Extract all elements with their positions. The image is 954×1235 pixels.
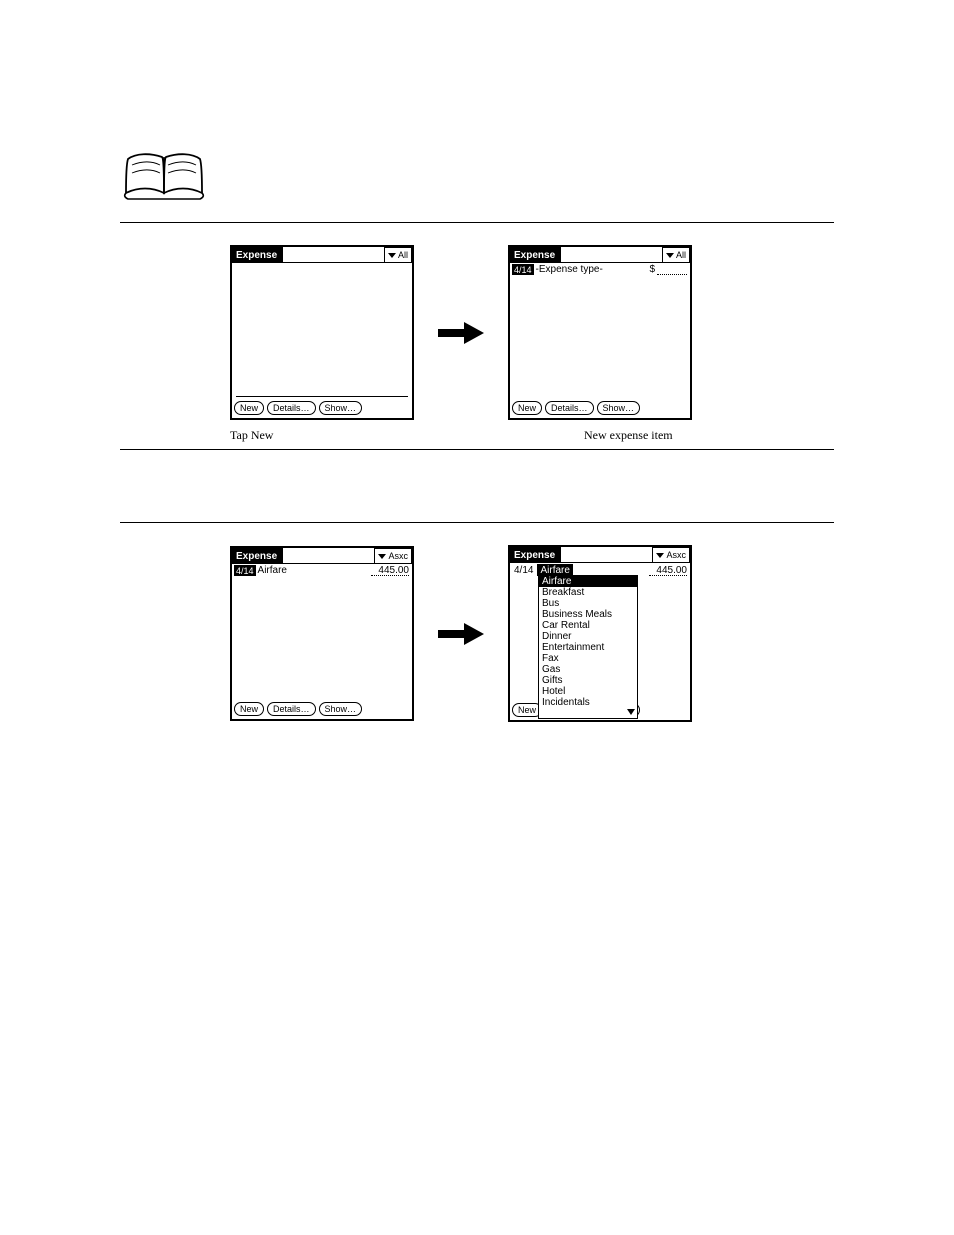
- category-dropdown[interactable]: Asxc: [374, 548, 412, 564]
- figure-row-2: Expense Asxc 4/14 Airfare 445.00 New Det…: [230, 545, 834, 722]
- show-button[interactable]: Show…: [319, 702, 363, 716]
- popup-item[interactable]: Dinner: [539, 631, 637, 642]
- category-label: All: [398, 250, 408, 260]
- new-button[interactable]: New: [234, 702, 264, 716]
- currency-symbol: $: [649, 264, 655, 275]
- category-label: Asxc: [388, 551, 408, 561]
- app-title: Expense: [232, 247, 283, 263]
- chevron-down-icon: [378, 554, 386, 559]
- expense-type[interactable]: Airfare: [258, 565, 287, 576]
- popup-item[interactable]: Hotel: [539, 686, 637, 697]
- popup-item[interactable]: Entertainment: [539, 642, 637, 653]
- book-icon: [120, 145, 834, 212]
- expense-date[interactable]: 4/14: [512, 565, 535, 576]
- popup-item[interactable]: Car Rental: [539, 620, 637, 631]
- category-dropdown[interactable]: Asxc: [652, 547, 690, 563]
- category-dropdown[interactable]: All: [662, 247, 690, 263]
- chevron-down-icon: [666, 253, 674, 258]
- popup-item[interactable]: Incidentals: [539, 697, 637, 708]
- arrow-down-icon: [627, 709, 635, 715]
- divider: [120, 522, 834, 523]
- show-button[interactable]: Show…: [319, 401, 363, 415]
- category-label: All: [676, 250, 686, 260]
- input-line: [236, 396, 408, 397]
- category-dropdown[interactable]: All: [384, 247, 412, 263]
- figure-row-1: Expense All New Details… Show…: [230, 245, 834, 420]
- amount-field[interactable]: 445.00: [649, 565, 687, 576]
- palm-panel-empty: Expense All New Details… Show…: [230, 245, 414, 420]
- divider: [120, 222, 834, 223]
- new-button[interactable]: New: [234, 401, 264, 415]
- popup-item[interactable]: Business Meals: [539, 609, 637, 620]
- arrow-right-icon: [436, 621, 486, 647]
- caption-left: Tap New: [230, 428, 414, 443]
- palm-panel-airfare: Expense Asxc 4/14 Airfare 445.00 New Det…: [230, 546, 414, 721]
- app-title: Expense: [510, 247, 561, 263]
- caption-right: New expense item: [584, 428, 768, 443]
- app-title: Expense: [510, 547, 561, 563]
- details-button[interactable]: Details…: [267, 401, 316, 415]
- popup-item[interactable]: Gas: [539, 664, 637, 675]
- palm-panel-newrow: Expense All 4/14 -Expense type- $ New: [508, 245, 692, 420]
- chevron-down-icon: [656, 553, 664, 558]
- show-button[interactable]: Show…: [597, 401, 641, 415]
- expense-type-placeholder[interactable]: -Expense type-: [536, 264, 603, 275]
- expense-row[interactable]: 4/14 -Expense type- $: [510, 263, 690, 275]
- expense-row[interactable]: 4/14 Airfare 445.00: [232, 564, 412, 576]
- arrow-right-icon: [436, 320, 486, 346]
- popup-item[interactable]: Breakfast: [539, 587, 637, 598]
- popup-scroll-down[interactable]: [539, 708, 637, 718]
- popup-item[interactable]: Bus: [539, 598, 637, 609]
- popup-item[interactable]: Fax: [539, 653, 637, 664]
- divider: [120, 449, 834, 450]
- palm-panel-popup: Expense Asxc 4/14 Airfare 445.00 Airfare…: [508, 545, 692, 722]
- category-label: Asxc: [666, 550, 686, 560]
- expense-date[interactable]: 4/14: [234, 565, 256, 576]
- app-title: Expense: [232, 548, 283, 564]
- popup-item[interactable]: Gifts: [539, 675, 637, 686]
- popup-item[interactable]: Airfare: [539, 576, 637, 587]
- new-button[interactable]: New: [512, 401, 542, 415]
- amount-field[interactable]: 445.00: [371, 565, 409, 576]
- expense-date[interactable]: 4/14: [512, 264, 534, 275]
- details-button[interactable]: Details…: [267, 702, 316, 716]
- expense-type-popup[interactable]: Airfare Breakfast Bus Business Meals Car…: [538, 575, 638, 719]
- amount-field[interactable]: [657, 264, 687, 275]
- details-button[interactable]: Details…: [545, 401, 594, 415]
- chevron-down-icon: [388, 253, 396, 258]
